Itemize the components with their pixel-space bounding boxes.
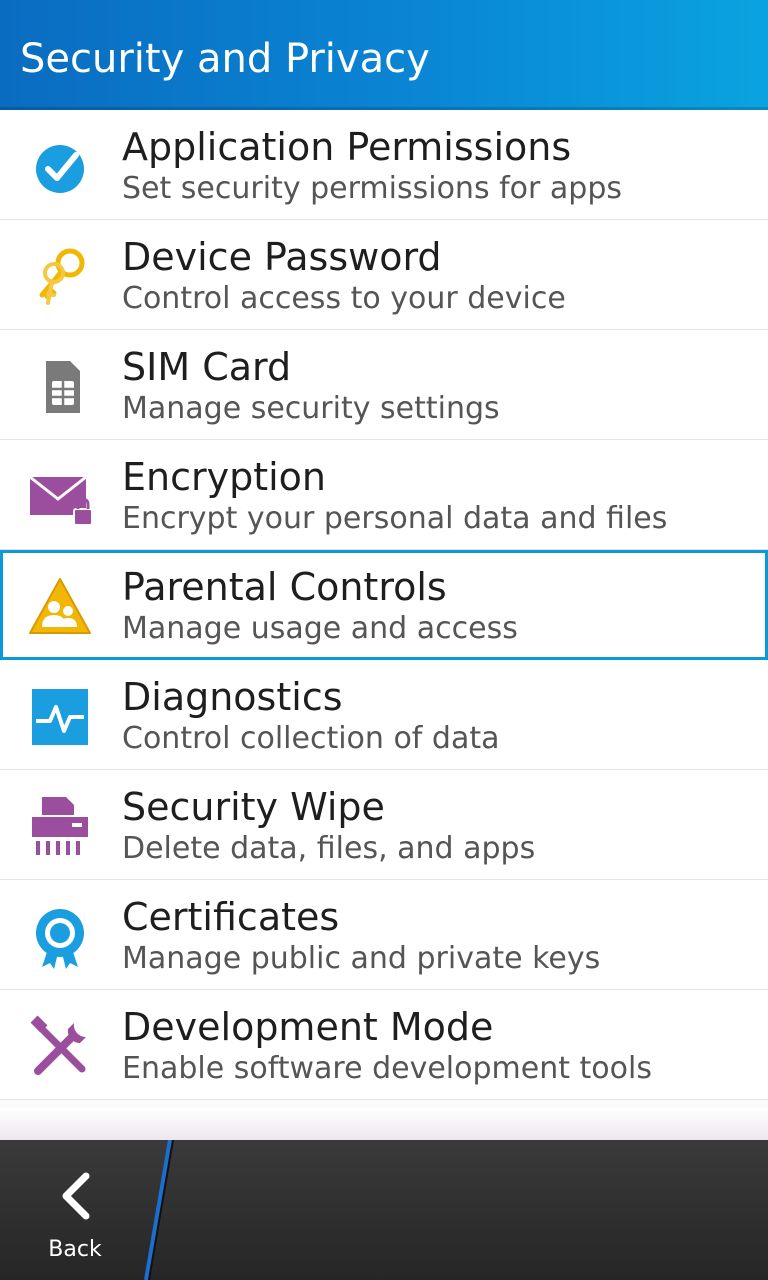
item-title: Security Wipe [122, 785, 385, 829]
page-title: Security and Privacy [20, 36, 430, 82]
item-title: Device Password [122, 235, 442, 279]
shredder-icon [28, 795, 92, 859]
item-title: Application Permissions [122, 125, 572, 169]
list-item-development-mode[interactable]: Development Mode Enable software develop… [0, 990, 768, 1100]
sim-card-icon [28, 355, 92, 419]
item-title: Diagnostics [122, 675, 343, 719]
item-title: Certificates [122, 895, 340, 939]
list-item-application-permissions[interactable]: Application Permissions Set security per… [0, 110, 768, 220]
pulse-icon [28, 685, 92, 749]
item-title: Encryption [122, 455, 327, 499]
list-item-diagnostics[interactable]: Diagnostics Control collection of data [0, 660, 768, 770]
screen: Security and Privacy Application Permiss… [0, 0, 768, 1280]
list-item-encryption[interactable]: Encryption Encrypt your personal data an… [0, 440, 768, 550]
checkmark-icon [28, 135, 92, 199]
list-item-parental-controls[interactable]: Parental Controls Manage usage and acces… [0, 550, 768, 660]
back-label: Back [48, 1237, 102, 1262]
item-title: SIM Card [122, 345, 292, 389]
settings-list: Application Permissions Set security per… [0, 110, 768, 1100]
list-item-certificates[interactable]: Certificates Manage public and private k… [0, 880, 768, 990]
list-bottom-fade [0, 1108, 768, 1140]
back-button[interactable]: Back [0, 1140, 150, 1280]
item-subtitle: Encrypt your personal data and files [122, 501, 668, 536]
item-subtitle: Manage security settings [122, 391, 500, 426]
action-bar: Back [0, 1140, 768, 1280]
certificate-icon [28, 905, 92, 969]
item-subtitle: Control collection of data [122, 721, 500, 756]
title-bar: Security and Privacy [0, 0, 768, 110]
item-subtitle: Enable software development tools [122, 1051, 652, 1086]
list-item-sim-card[interactable]: SIM Card Manage security settings [0, 330, 768, 440]
tools-icon [28, 1015, 92, 1079]
parental-warning-icon [28, 575, 92, 639]
list-item-security-wipe[interactable]: Security Wipe Delete data, files, and ap… [0, 770, 768, 880]
list-item-device-password[interactable]: Device Password Control access to your d… [0, 220, 768, 330]
item-subtitle: Set security permissions for apps [122, 171, 622, 206]
item-subtitle: Manage usage and access [122, 611, 518, 646]
item-subtitle: Control access to your device [122, 281, 566, 316]
item-subtitle: Delete data, files, and apps [122, 831, 536, 866]
keys-icon [28, 245, 92, 309]
back-divider [144, 1140, 174, 1280]
envelope-lock-icon [28, 465, 92, 529]
item-title: Development Mode [122, 1005, 494, 1049]
item-subtitle: Manage public and private keys [122, 941, 601, 976]
chevron-left-icon [62, 1172, 90, 1220]
item-title: Parental Controls [122, 565, 447, 609]
